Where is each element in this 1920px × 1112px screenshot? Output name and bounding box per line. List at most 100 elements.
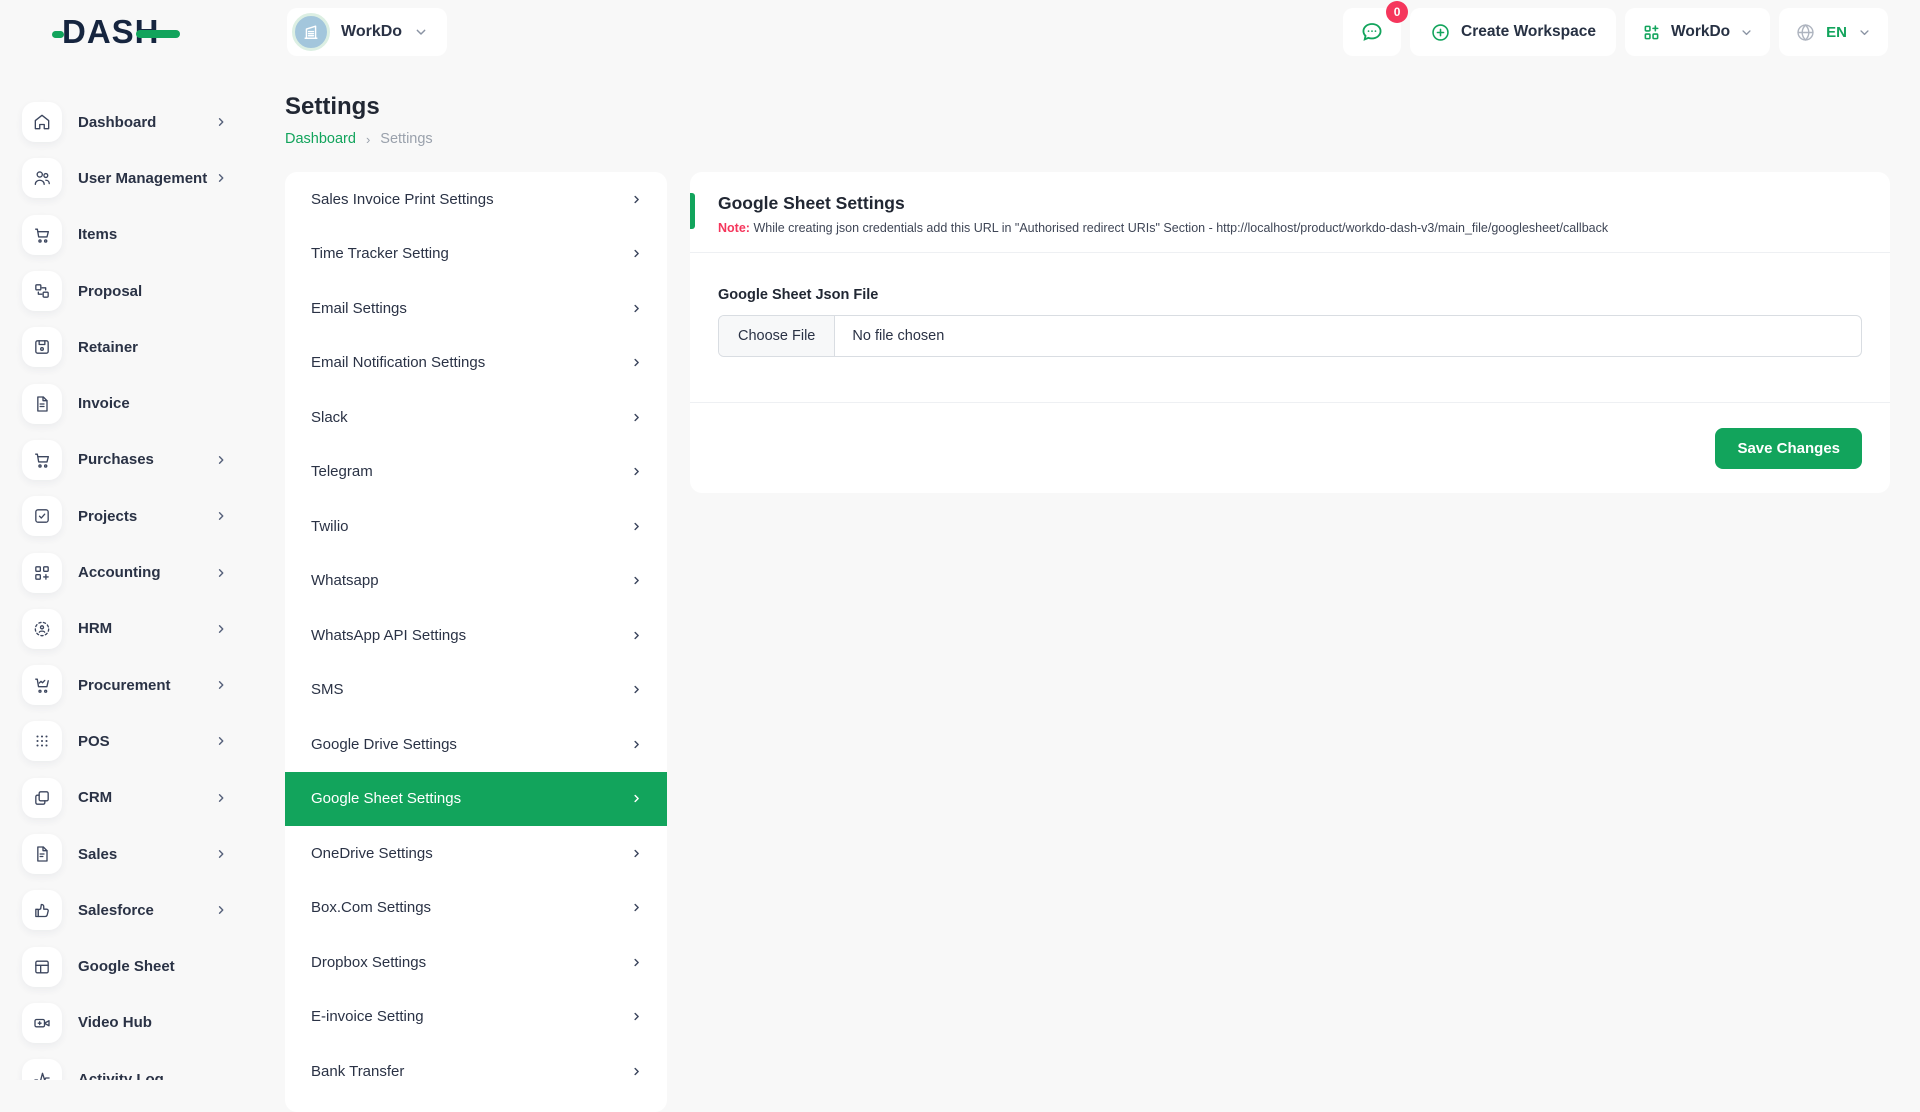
- google-sheet-settings-panel: Google Sheet Settings Note: While creati…: [690, 172, 1890, 493]
- settings-menu-item-whatsapp-api-settings[interactable]: WhatsApp API Settings: [285, 608, 667, 663]
- sidebar-item-label: Salesforce: [78, 902, 154, 919]
- chevron-right-icon: [214, 903, 228, 917]
- settings-menu-item-email-notification-settings[interactable]: Email Notification Settings: [285, 336, 667, 391]
- sidebar-item-google-sheet[interactable]: Google Sheet: [0, 938, 250, 994]
- chevron-down-icon: [413, 24, 429, 40]
- sidebar-item-sales[interactable]: Sales: [0, 826, 250, 882]
- app-logo[interactable]: DASH: [62, 13, 180, 51]
- logo-accent-dot: [52, 31, 64, 38]
- sidebar-item-label: Invoice: [78, 395, 130, 412]
- sidebar-item-invoice[interactable]: Invoice: [0, 375, 250, 431]
- sidebar-item-proposal[interactable]: Proposal: [0, 263, 250, 319]
- settings-menu-item-label: Google Sheet Settings: [311, 790, 461, 807]
- sidebar-item-label: Google Sheet: [78, 958, 175, 975]
- accounting-icon: [22, 553, 62, 593]
- chevron-down-icon: [1857, 25, 1872, 40]
- settings-menu-item-label: SMS: [311, 681, 344, 698]
- settings-menu-item-label: WhatsApp API Settings: [311, 627, 466, 644]
- sidebar-item-label: CRM: [78, 789, 112, 806]
- sidebar-item-activity-log[interactable]: Activity Log: [0, 1051, 250, 1080]
- pos-icon: [22, 721, 62, 761]
- settings-menu-item-label: Dropbox Settings: [311, 954, 426, 971]
- sidebar-item-salesforce[interactable]: Salesforce: [0, 882, 250, 938]
- purchases-icon: [22, 440, 62, 480]
- settings-menu-item-label: Box.Com Settings: [311, 899, 431, 916]
- breadcrumb-current: Settings: [380, 131, 432, 147]
- save-changes-button[interactable]: Save Changes: [1715, 428, 1862, 469]
- workspace-pill[interactable]: WorkDo: [287, 8, 447, 56]
- google-sheet-icon: [22, 947, 62, 987]
- messages-button[interactable]: 0: [1343, 8, 1401, 56]
- settings-menu-item-time-tracker-setting[interactable]: Time Tracker Setting: [285, 227, 667, 282]
- panel-body: Google Sheet Json File Choose File No fi…: [690, 253, 1890, 402]
- settings-menu-item-google-sheet-settings[interactable]: Google Sheet Settings: [285, 772, 667, 827]
- chevron-right-icon: [214, 566, 228, 580]
- chevron-right-icon: [630, 574, 643, 587]
- sidebar-item-video-hub[interactable]: Video Hub: [0, 995, 250, 1051]
- cart-icon: [22, 215, 62, 255]
- building-icon: [292, 13, 330, 51]
- home-icon: [22, 102, 62, 142]
- sidebar-item-user-management[interactable]: User Management: [0, 150, 250, 206]
- users-icon: [22, 158, 62, 198]
- settings-menu-item-e-invoice-setting[interactable]: E-invoice Setting: [285, 990, 667, 1045]
- settings-menu-item-label: Email Settings: [311, 300, 407, 317]
- settings-menu-item-dropbox-settings[interactable]: Dropbox Settings: [285, 935, 667, 990]
- chevron-right-icon: [214, 678, 228, 692]
- settings-menu-item-twilio[interactable]: Twilio: [285, 499, 667, 554]
- settings-menu-item-box-com-settings[interactable]: Box.Com Settings: [285, 881, 667, 936]
- json-file-input[interactable]: Choose File No file chosen: [718, 315, 1862, 357]
- language-selector[interactable]: EN: [1779, 8, 1888, 56]
- procurement-icon: [22, 665, 62, 705]
- sidebar-item-crm[interactable]: CRM: [0, 770, 250, 826]
- chevron-right-icon: [214, 791, 228, 805]
- chevron-right-icon: [214, 734, 228, 748]
- chevron-right-icon: [214, 509, 228, 523]
- chevron-right-icon: [630, 465, 643, 478]
- workspace-switcher-label: WorkDo: [1671, 23, 1730, 41]
- sidebar-item-procurement[interactable]: Procurement: [0, 657, 250, 713]
- panel-header: Google Sheet Settings Note: While creati…: [690, 172, 1890, 253]
- top-header: DASH WorkDo 0: [0, 0, 1920, 64]
- settings-menu-item-whatsapp[interactable]: Whatsapp: [285, 554, 667, 609]
- workspace-switcher[interactable]: WorkDo: [1625, 8, 1770, 56]
- sidebar-item-dashboard[interactable]: Dashboard: [0, 94, 250, 150]
- sidebar-item-items[interactable]: Items: [0, 207, 250, 263]
- settings-menu-item-email-settings[interactable]: Email Settings: [285, 281, 667, 336]
- settings-menu-item-label: Sales Invoice Print Settings: [311, 191, 494, 208]
- settings-menu-item-label: Telegram: [311, 463, 373, 480]
- workspace-grid-icon: [1641, 22, 1662, 43]
- sidebar-item-hrm[interactable]: HRM: [0, 601, 250, 657]
- settings-layout: Sales Invoice Print Settings Time Tracke…: [285, 172, 1890, 1112]
- settings-menu-item-telegram[interactable]: Telegram: [285, 445, 667, 500]
- settings-menu-item-sales-invoice-print-settings[interactable]: Sales Invoice Print Settings: [285, 172, 667, 227]
- chevron-right-icon: [214, 453, 228, 467]
- chevron-right-icon: [630, 356, 643, 369]
- plus-circle-icon: [1430, 22, 1451, 43]
- settings-menu-item-onedrive-settings[interactable]: OneDrive Settings: [285, 826, 667, 881]
- proposal-icon: [22, 271, 62, 311]
- settings-menu-item-sms[interactable]: SMS: [285, 663, 667, 718]
- sidebar-item-accounting[interactable]: Accounting: [0, 544, 250, 600]
- file-status-text: No file chosen: [835, 316, 944, 356]
- sidebar-item-label: Procurement: [78, 677, 171, 694]
- json-file-field-label: Google Sheet Json File: [718, 287, 1862, 303]
- settings-menu-item-bank-transfer[interactable]: Bank Transfer: [285, 1044, 667, 1099]
- chevron-down-icon: [1739, 25, 1754, 40]
- sidebar-item-label: Video Hub: [78, 1014, 152, 1031]
- choose-file-button[interactable]: Choose File: [719, 316, 835, 356]
- sidebar-item-retainer[interactable]: Retainer: [0, 319, 250, 375]
- settings-menu-item-google-drive-settings[interactable]: Google Drive Settings: [285, 717, 667, 772]
- sidebar-item-projects[interactable]: Projects: [0, 488, 250, 544]
- sidebar-item-label: Items: [78, 226, 117, 243]
- note-label: Note:: [718, 221, 750, 235]
- panel-title: Google Sheet Settings: [718, 193, 1862, 214]
- sidebar-item-label: HRM: [78, 620, 112, 637]
- header-actions: 0 Create Workspace WorkDo: [1343, 8, 1888, 56]
- create-workspace-button[interactable]: Create Workspace: [1410, 8, 1616, 56]
- breadcrumb-dashboard-link[interactable]: Dashboard: [285, 131, 356, 147]
- sidebar-item-pos[interactable]: POS: [0, 713, 250, 769]
- chevron-right-icon: [214, 171, 228, 185]
- sidebar-item-purchases[interactable]: Purchases: [0, 432, 250, 488]
- settings-menu-item-slack[interactable]: Slack: [285, 390, 667, 445]
